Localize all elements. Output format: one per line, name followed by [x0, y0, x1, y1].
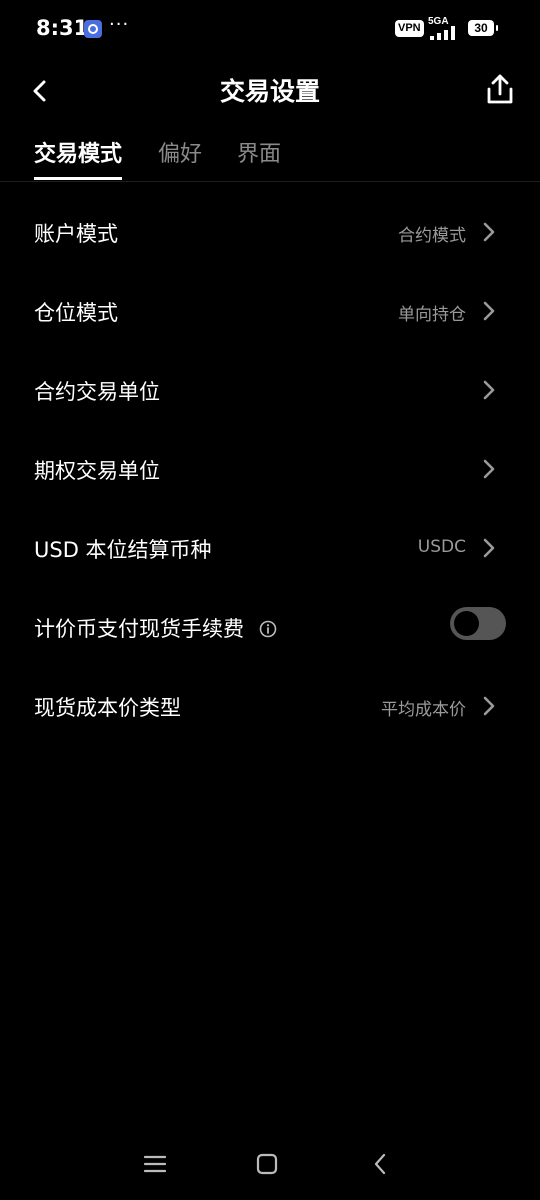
status-time: 8:31: [36, 16, 89, 40]
page-title: 交易设置: [219, 77, 320, 106]
system-nav-bar: [0, 1140, 540, 1190]
setting-label: 合约交易单位: [34, 380, 160, 404]
setting-contract-unit[interactable]: 合约交易单位: [0, 352, 540, 431]
setting-usd-settlement[interactable]: USD 本位结算币种 USDC: [0, 510, 540, 589]
info-icon[interactable]: [259, 620, 277, 638]
app-notification-icon: [84, 20, 102, 38]
signal-icon: [430, 26, 455, 40]
setting-value: 平均成本价: [381, 700, 466, 720]
menu-icon[interactable]: [144, 1154, 166, 1174]
status-bar: 8:31 ··· VPN 5GA 30: [0, 0, 540, 60]
share-icon[interactable]: [482, 72, 518, 108]
chevron-right-icon: [483, 538, 495, 558]
setting-label: USD 本位结算币种: [34, 538, 212, 562]
settings-list: 账户模式 合约模式 仓位模式 单向持仓 合约交易单位 期权交易单位 USD 本位…: [0, 194, 540, 747]
chevron-right-icon: [483, 380, 495, 400]
vpn-badge: VPN: [395, 20, 424, 37]
setting-options-unit[interactable]: 期权交易单位: [0, 431, 540, 510]
setting-label: 现货成本价类型: [34, 696, 181, 720]
tab-preferences[interactable]: 偏好: [158, 136, 202, 180]
setting-quote-fee: 计价币支付现货手续费: [0, 589, 540, 668]
more-notifications-icon: ···: [109, 14, 130, 35]
setting-value: 单向持仓: [398, 305, 466, 325]
chevron-right-icon: [483, 696, 495, 716]
chevron-right-icon: [483, 301, 495, 321]
home-icon[interactable]: [256, 1153, 278, 1175]
chevron-right-icon: [483, 222, 495, 242]
setting-label: 计价币支付现货手续费: [34, 617, 244, 641]
tab-bar: 交易模式 偏好 界面: [0, 126, 540, 182]
setting-label-wrap: 计价币支付现货手续费: [34, 613, 277, 643]
setting-spot-cost[interactable]: 现货成本价类型 平均成本价: [0, 668, 540, 747]
quote-fee-toggle[interactable]: [450, 607, 506, 640]
setting-label: 仓位模式: [34, 301, 118, 325]
chevron-right-icon: [483, 459, 495, 479]
setting-value: USDC: [417, 537, 466, 557]
setting-position-mode[interactable]: 仓位模式 单向持仓: [0, 273, 540, 352]
tab-interface[interactable]: 界面: [237, 136, 281, 180]
nav-back-icon[interactable]: [372, 1152, 388, 1176]
toggle-knob: [454, 611, 479, 636]
setting-label: 期权交易单位: [34, 459, 160, 483]
setting-account-mode[interactable]: 账户模式 合约模式: [0, 194, 540, 273]
setting-label: 账户模式: [34, 222, 118, 246]
setting-value: 合约模式: [398, 226, 466, 246]
tab-trade-mode[interactable]: 交易模式: [34, 136, 123, 180]
header: 交易设置: [0, 62, 540, 120]
battery-icon: 30: [468, 20, 498, 36]
